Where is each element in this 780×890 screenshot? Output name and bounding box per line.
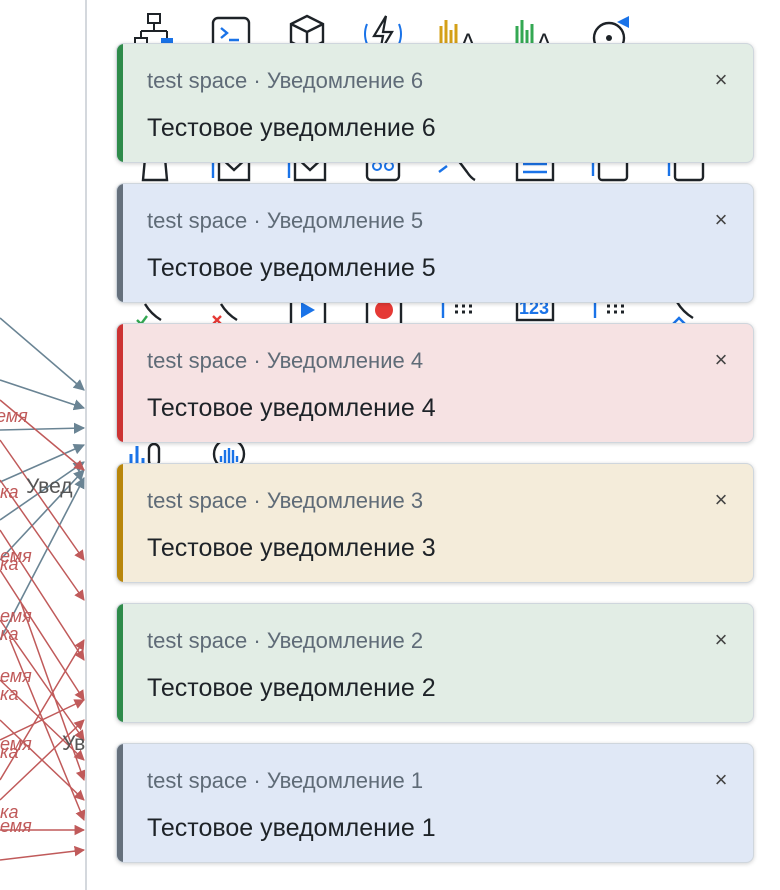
notification-separator: · (247, 68, 267, 93)
notification-space: test space (147, 628, 248, 653)
notification-type-stripe (117, 184, 123, 302)
edge-label: ка (0, 554, 19, 574)
notification-message: Тестовое уведомление 6 (147, 114, 436, 142)
edge-label: ка (0, 482, 19, 502)
notification-separator: · (247, 628, 267, 653)
edge-label: емя (0, 816, 32, 836)
edge-label: ка (0, 624, 19, 644)
notification-separator: · (247, 768, 267, 793)
notification-message: Тестовое уведомление 3 (147, 534, 436, 562)
notification-header: test space · Уведомление 5 (147, 208, 423, 234)
notification-toast[interactable]: test space · Уведомление 3 Тестовое уведо… (116, 463, 754, 583)
close-icon[interactable]: × (707, 626, 735, 654)
notification-separator: · (247, 208, 267, 233)
notification-type-stripe (117, 464, 123, 582)
connection-line[interactable] (0, 317, 85, 391)
notification-space: test space (147, 488, 248, 513)
notification-header: test space · Уведомление 1 (147, 768, 423, 794)
close-icon[interactable]: × (707, 66, 735, 94)
edge-label: ка (0, 684, 19, 704)
notification-header: test space · Уведомление 2 (147, 628, 423, 654)
notification-message: Тестовое уведомление 2 (147, 674, 436, 702)
notification-message: Тестовое уведомление 5 (147, 254, 436, 282)
edge-label: Увед (26, 475, 73, 498)
notification-title: Уведомление 3 (266, 488, 424, 513)
close-icon[interactable]: × (707, 486, 735, 514)
notification-toast[interactable]: test space · Уведомление 2 Тестовое уведо… (116, 603, 754, 723)
notification-title: Уведомление 2 (266, 628, 424, 653)
notification-type-stripe (117, 604, 123, 722)
notification-type-stripe (117, 324, 123, 442)
edge-label: емя (0, 666, 32, 686)
diagram-connections: емякаУведемякаемякаемякаемякаУвкаемя (0, 317, 86, 861)
notification-header: test space · Уведомление 4 (147, 348, 423, 374)
notification-space: test space (147, 768, 248, 793)
edge-label: емя (0, 406, 28, 426)
notification-space: test space (147, 208, 248, 233)
diagram-canvas[interactable]: емякаУведемякаемякаемякаемякаУвкаемя (0, 0, 86, 890)
notification-message: Тестовое уведомление 4 (147, 394, 436, 422)
connection-line[interactable] (0, 422, 86, 434)
notification-space: test space (147, 348, 248, 373)
notification-type-stripe (117, 744, 123, 862)
connection-line-timeout[interactable] (0, 845, 86, 861)
notification-toast[interactable]: test space · Уведомление 6 Тестовое уведо… (116, 43, 754, 163)
notification-separator: · (247, 348, 267, 373)
notification-title: Уведомление 1 (266, 768, 424, 793)
close-icon[interactable]: × (707, 206, 735, 234)
notification-message: Тестовое уведомление 1 (147, 814, 436, 842)
close-icon[interactable]: × (707, 346, 735, 374)
close-icon[interactable]: × (707, 766, 735, 794)
notification-space: test space (147, 68, 248, 93)
notification-title: Уведомление 5 (266, 208, 424, 233)
edge-label: ка (0, 742, 19, 762)
connection-line[interactable] (0, 379, 86, 411)
notification-header: test space · Уведомление 3 (147, 488, 423, 514)
notification-toast[interactable]: test space · Уведомление 5 Тестовое уведо… (116, 183, 754, 303)
notification-separator: · (247, 488, 267, 513)
edge-label: емя (0, 606, 32, 626)
notification-type-stripe (117, 44, 123, 162)
notification-toast[interactable]: test space · Уведомление 4 Тестовое уведо… (116, 323, 754, 443)
edge-label: Ув (62, 732, 85, 755)
notification-title: Уведомление 6 (266, 68, 424, 93)
notification-toast[interactable]: test space · Уведомление 1 Тестовое уведо… (116, 743, 754, 863)
notification-title: Уведомление 4 (266, 348, 424, 373)
notification-header: test space · Уведомление 6 (147, 68, 423, 94)
